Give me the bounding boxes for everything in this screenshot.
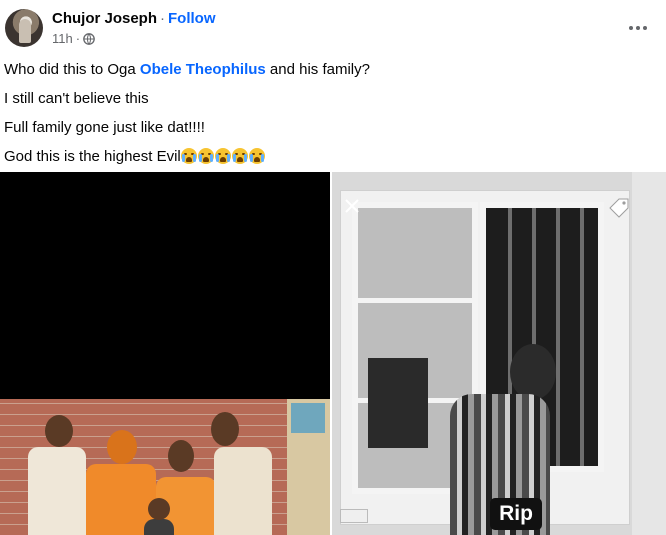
post-line-1: Who did this to Oga Obele Theophilus and…: [4, 60, 654, 79]
emoji-group: [180, 148, 266, 165]
young-man-photo[interactable]: Rip: [332, 172, 666, 535]
loudly-crying-face-icon: [214, 148, 231, 164]
author-name[interactable]: Chujor Joseph: [52, 10, 157, 27]
close-icon[interactable]: [344, 198, 360, 214]
loudly-crying-face-icon: [248, 148, 265, 164]
post-media: Rip: [0, 172, 666, 535]
post-header: Chujor Joseph · Follow 11h ·: [0, 0, 666, 56]
post-line-4: God this is the highest Evil: [4, 147, 654, 166]
follow-button[interactable]: Follow: [168, 10, 216, 27]
mention-link[interactable]: Obele Theophilus: [140, 61, 266, 78]
name-separator: ·: [160, 10, 166, 27]
line1-prefix: Who did this to Oga: [4, 61, 140, 78]
loudly-crying-face-icon: [197, 148, 214, 164]
post-body: Who did this to Oga Obele Theophilus and…: [4, 60, 654, 176]
post-line-2: I still can't believe this: [4, 90, 149, 107]
family-photo[interactable]: [0, 172, 330, 535]
tag-icon[interactable]: [608, 198, 630, 218]
more-options-icon[interactable]: [626, 18, 650, 38]
line4-text: God this is the highest Evil: [4, 148, 181, 165]
post-line-3: Full family gone just like dat!!!!: [4, 119, 205, 136]
author-row: Chujor Joseph · Follow: [52, 10, 216, 27]
loudly-crying-face-icon: [180, 148, 197, 164]
line1-suffix: and his family?: [265, 61, 370, 78]
rip-caption: Rip: [490, 498, 542, 530]
meta-separator: ·: [75, 31, 81, 46]
avatar[interactable]: [5, 9, 43, 47]
loudly-crying-face-icon: [231, 148, 248, 164]
post-time[interactable]: 11h: [52, 31, 73, 46]
globe-icon[interactable]: [83, 32, 95, 45]
post-meta: 11h ·: [52, 31, 95, 46]
